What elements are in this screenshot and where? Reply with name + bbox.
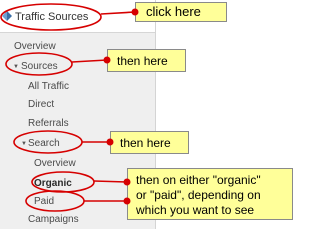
nav-referrals[interactable]: Referrals xyxy=(28,118,69,129)
callout-then-here-sources: then here xyxy=(107,49,186,72)
nav-search-overview[interactable]: Overview xyxy=(34,158,76,169)
traffic-sources-icon xyxy=(2,11,12,21)
expand-arrow-icon[interactable]: ▼ xyxy=(21,141,27,147)
nav-traffic-sources-label: Traffic Sources xyxy=(15,11,89,23)
nav-all-traffic[interactable]: All Traffic xyxy=(28,81,69,92)
nav-campaigns[interactable]: Campaigns xyxy=(28,214,79,225)
callout-then-here-search: then here xyxy=(110,131,189,154)
nav-search[interactable]: Search xyxy=(28,138,60,149)
nav-organic[interactable]: Organic xyxy=(34,178,72,189)
expand-arrow-icon[interactable]: ▼ xyxy=(13,64,19,70)
callout-click-here: click here xyxy=(135,2,227,22)
nav-paid[interactable]: Paid xyxy=(34,196,54,207)
nav-direct[interactable]: Direct xyxy=(28,99,54,110)
callout-organic-or-paid: then on either "organic" or "paid", depe… xyxy=(127,168,293,220)
nav-sources[interactable]: Sources xyxy=(21,61,58,72)
nav-traffic-sources[interactable]: Traffic Sources xyxy=(0,0,155,33)
nav-overview[interactable]: Overview xyxy=(14,41,56,52)
